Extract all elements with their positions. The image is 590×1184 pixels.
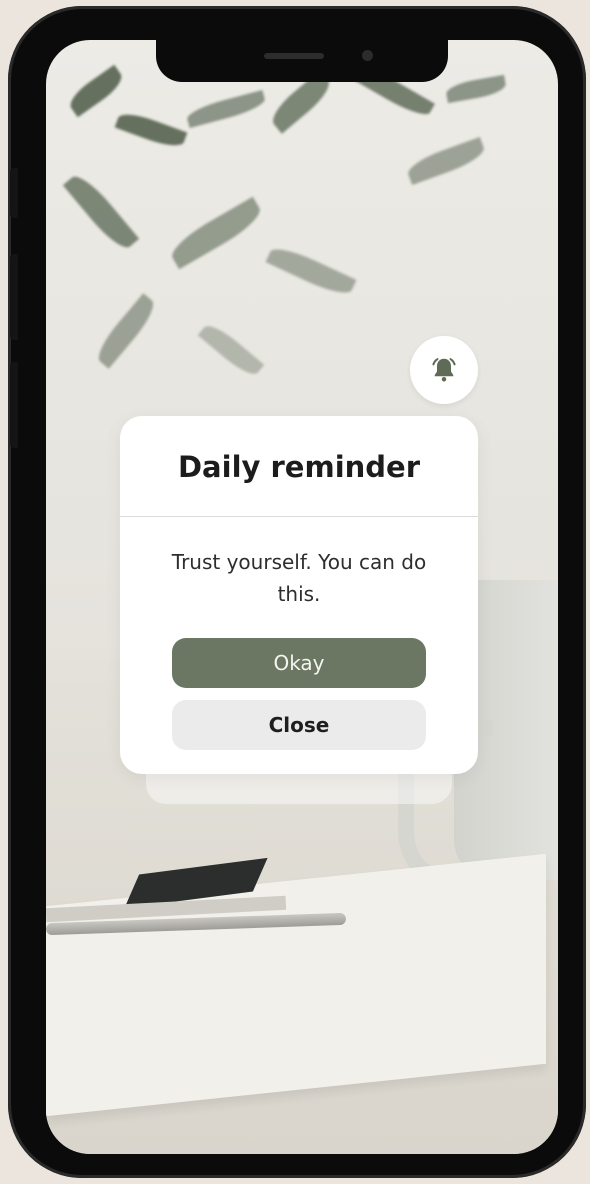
volume-up-button	[10, 254, 18, 340]
notification-card: Daily reminder Trust yourself. You can d…	[120, 416, 478, 774]
okay-button[interactable]: Okay	[172, 638, 426, 688]
speaker	[264, 53, 324, 59]
title-divider	[120, 516, 478, 517]
bell-icon	[432, 358, 456, 382]
close-button[interactable]: Close	[172, 700, 426, 750]
notification-message: Trust yourself. You can do this.	[171, 550, 427, 606]
notch	[156, 40, 448, 82]
volume-down-button	[10, 362, 18, 448]
front-camera	[362, 50, 373, 61]
mute-switch	[10, 168, 18, 218]
bell-badge	[410, 336, 478, 404]
notification-title: Daily reminder	[177, 450, 421, 484]
